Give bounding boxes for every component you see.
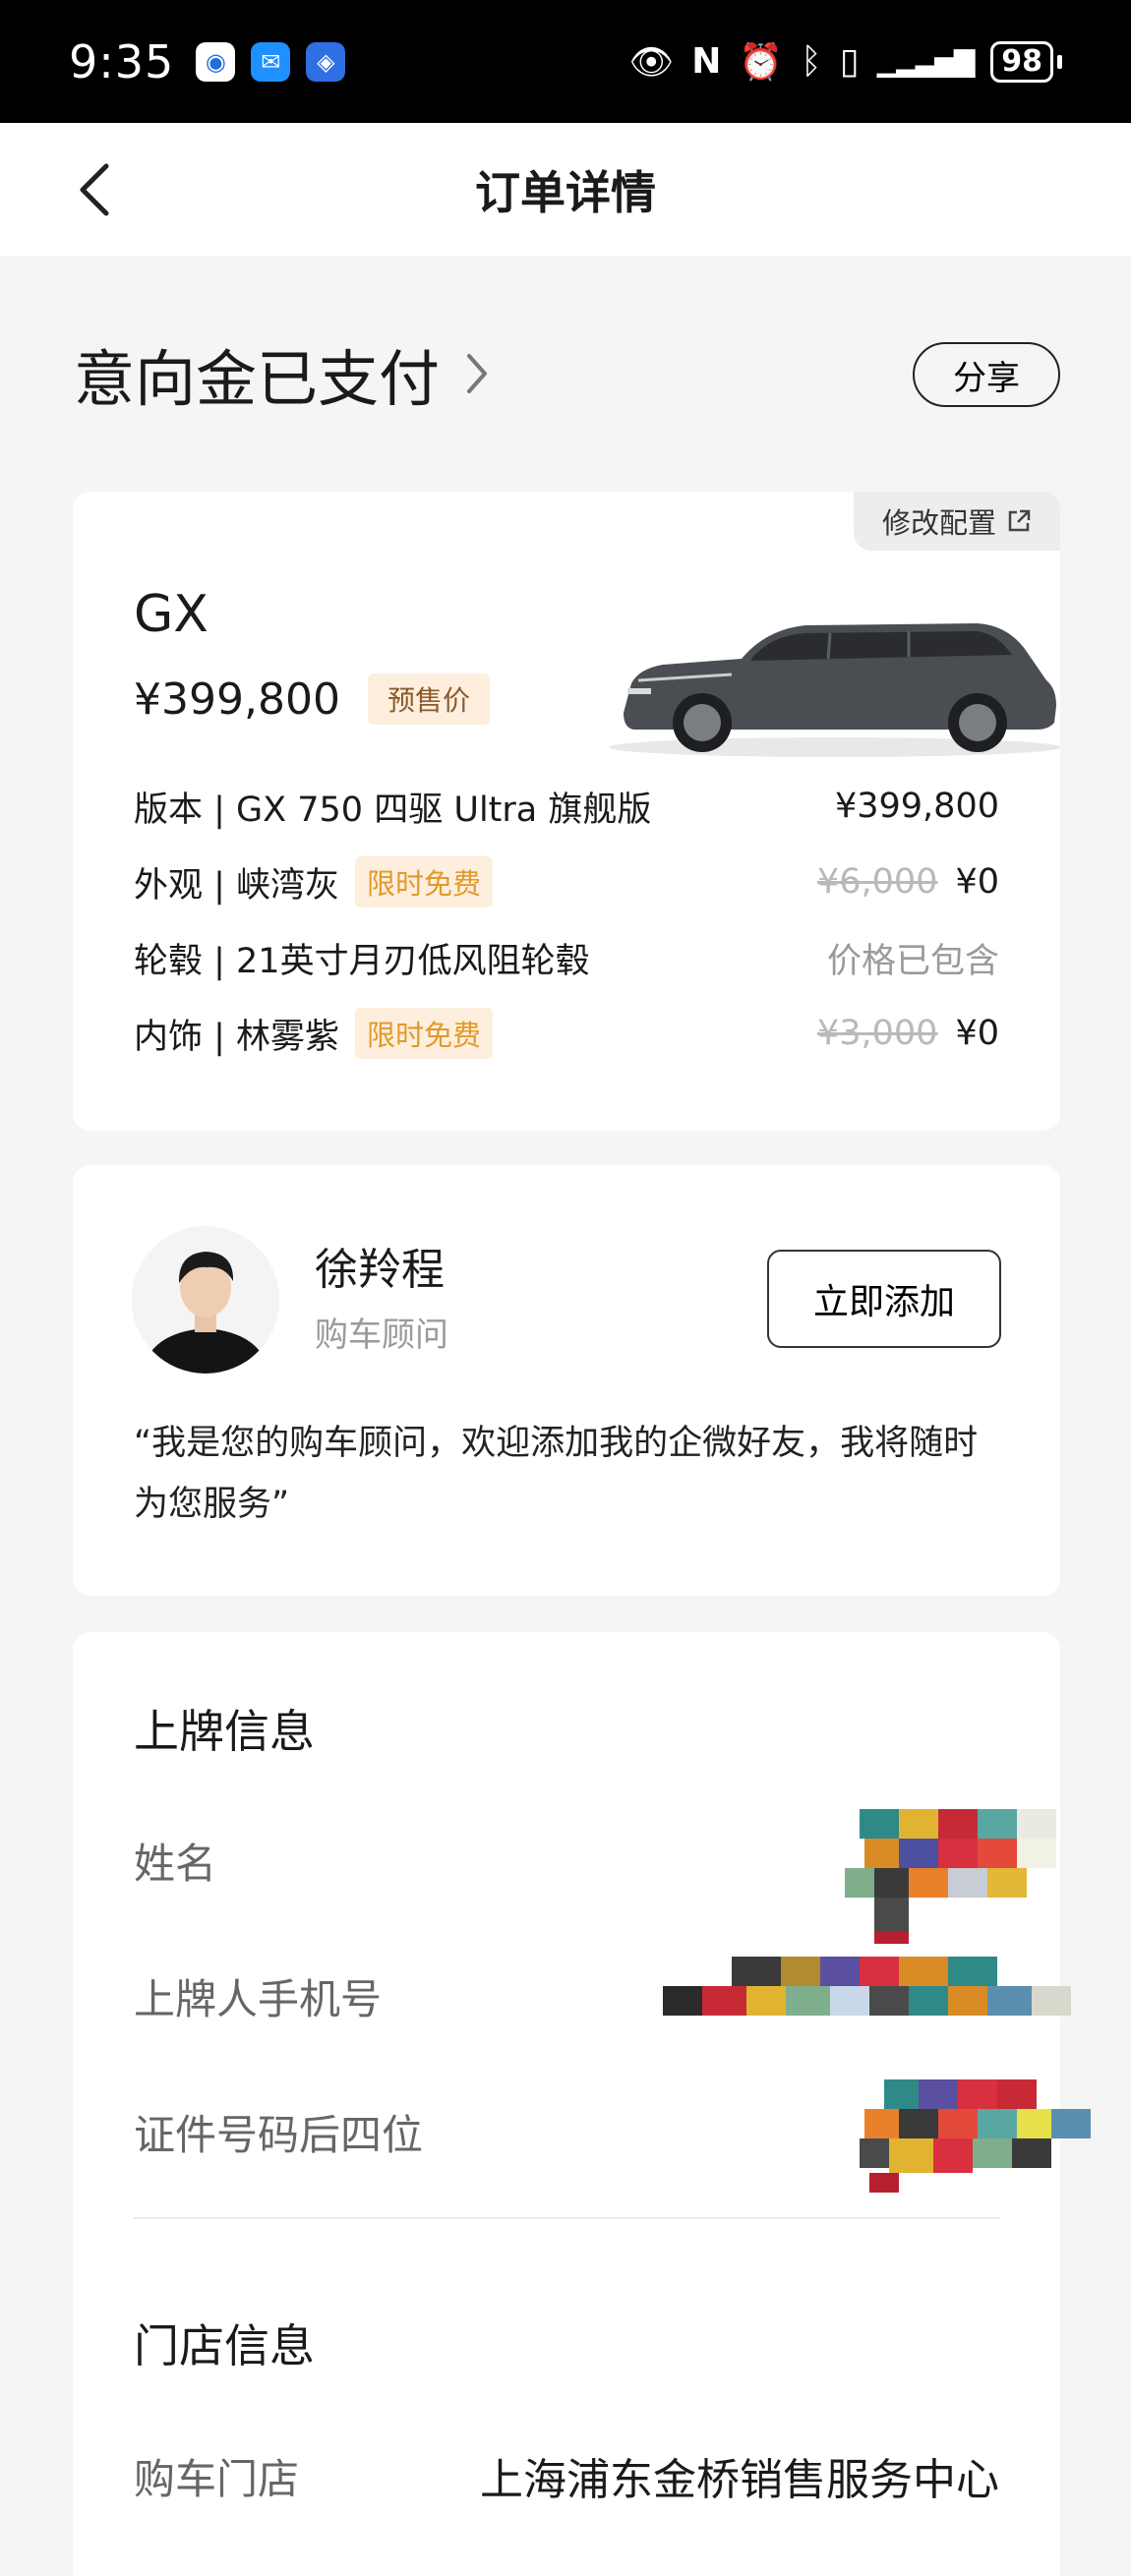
battery-icon	[1057, 54, 1062, 69]
redacted-name-mosaic	[845, 1809, 1056, 1944]
store-value: 上海浦东金桥销售服务中心	[480, 2455, 999, 2505]
nav-bar: 订单详情	[0, 123, 1131, 256]
alarm-icon: ⏰	[739, 41, 784, 83]
app-notification-icon: ◉	[196, 41, 236, 82]
store-section-title: 门店信息	[134, 2319, 315, 2372]
signal-icon: ▁▂▃▅▇	[876, 45, 976, 78]
spec-price: 价格已包含	[826, 941, 999, 981]
advisor-card: 徐羚程 购车顾问 立即添加 “我是您的购车顾问，欢迎添加我的企微好友，我将随时为…	[73, 1165, 1060, 1596]
plate-name-label: 姓名	[134, 1840, 217, 1888]
plate-id-label: 证件号码后四位	[134, 2111, 424, 2159]
car-config-card: 修改配置 GX ¥399,800 预售价 版本 | GX 750 四驱 Ultr…	[73, 492, 1061, 1131]
nfc-icon: N	[691, 41, 722, 82]
advisor-message: “我是您的购车顾问，欢迎添加我的企微好友，我将随时为您服务”	[134, 1424, 979, 1524]
status-bar: 9:35 ◉ ✉ ◈ 👁 N ⏰ ᛒ ▯ ▁▂▃▅▇ 98	[0, 0, 1131, 123]
share-button[interactable]: 分享	[913, 342, 1060, 407]
back-button[interactable]	[65, 160, 124, 219]
spec-row-exterior: 外观 | 峡湾灰 限时免费 ¥6,000 ¥0	[134, 852, 999, 911]
spec-label: 内饰 | 林雾紫	[134, 1017, 340, 1057]
spec-label: 版本 | GX 750 四驱 Ultra 旗舰版	[134, 790, 652, 830]
add-advisor-button[interactable]: 立即添加	[767, 1250, 1001, 1348]
chevron-left-icon	[80, 163, 109, 216]
system-icons: 👁 N ⏰ ᛒ ▯ ▁▂▃▅▇ 98	[628, 40, 1062, 83]
car-image	[609, 623, 1061, 757]
original-price: ¥3,000	[816, 1014, 938, 1053]
external-link-icon	[1008, 509, 1031, 532]
page-title: 订单详情	[475, 165, 656, 219]
spec-row-wheels: 轮毂 | 21英寸月刃低风阻轮毂 价格已包含	[134, 928, 999, 987]
advisor-name: 徐羚程	[315, 1245, 445, 1295]
store-label: 购车门店	[134, 2455, 300, 2503]
order-status-text: 意向金已支付	[74, 343, 441, 415]
order-status-link[interactable]: 意向金已支付	[74, 329, 491, 418]
plate-section-title: 上牌信息	[134, 1705, 315, 1758]
bluetooth-icon: ᛒ	[801, 41, 822, 82]
chevron-right-icon	[467, 354, 488, 393]
original-price: ¥6,000	[816, 862, 938, 902]
model-name: GX	[134, 585, 208, 644]
eye-icon: 👁	[628, 41, 675, 83]
vibrate-icon: ▯	[839, 41, 860, 82]
spec-price: ¥0	[955, 1014, 999, 1053]
shield-notification-icon: ◈	[306, 41, 346, 82]
spec-price: ¥399,800	[834, 787, 999, 826]
message-notification-icon: ✉	[251, 41, 291, 82]
redacted-phone-mosaic	[663, 1957, 1071, 2016]
status-time: 9:35	[69, 34, 175, 88]
spec-price: ¥0	[955, 862, 999, 902]
modify-config-button[interactable]: 修改配置	[854, 492, 1060, 551]
free-tag: 限时免费	[355, 856, 494, 907]
section-divider	[134, 2217, 999, 2219]
car-price: ¥399,800	[134, 673, 340, 725]
presale-tag: 预售价	[367, 673, 490, 725]
advisor-role: 购车顾问	[315, 1316, 448, 1355]
free-tag: 限时免费	[355, 1008, 494, 1059]
battery-level: 98	[990, 40, 1053, 83]
person-avatar-icon	[132, 1226, 279, 1374]
notification-icons: ◉ ✉ ◈	[196, 41, 346, 82]
avatar	[132, 1226, 279, 1374]
plate-phone-label: 上牌人手机号	[134, 1975, 383, 2023]
plate-info-card: 上牌信息 姓名 上牌人手机号 证件号码后四位 门店信息 购车门店 上海浦东金桥销…	[73, 1632, 1091, 2576]
redacted-id-mosaic	[860, 2079, 1091, 2193]
spec-label: 轮毂 | 21英寸月刃低风阻轮毂	[134, 941, 590, 981]
spec-row-version: 版本 | GX 750 四驱 Ultra 旗舰版 ¥399,800	[134, 777, 999, 836]
spec-row-interior: 内饰 | 林雾紫 限时免费 ¥3,000 ¥0	[134, 1004, 999, 1063]
price-row: ¥399,800 预售价	[134, 673, 490, 725]
spec-label: 外观 | 峡湾灰	[134, 865, 340, 906]
modify-config-label: 修改配置	[881, 506, 996, 540]
